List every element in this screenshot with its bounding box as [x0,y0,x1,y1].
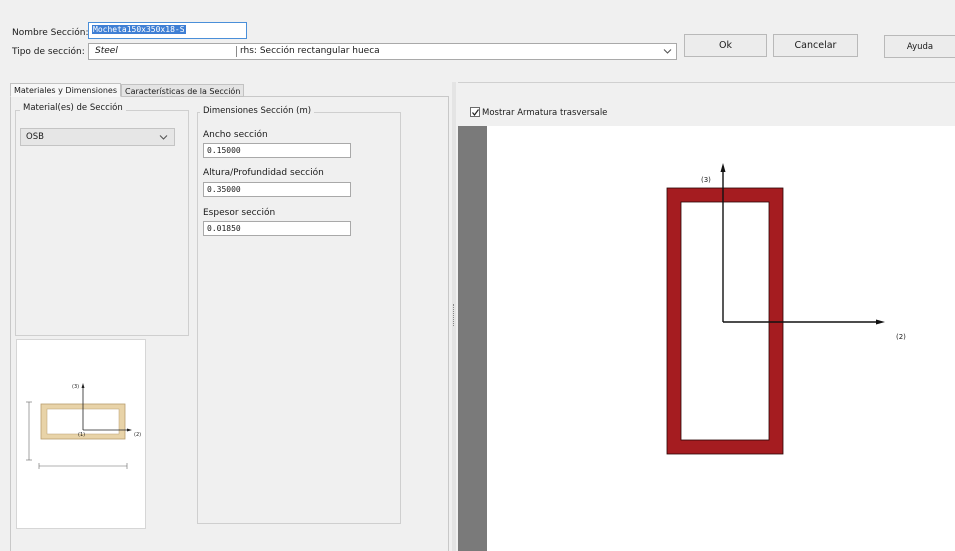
section-type-description: rhs: Sección rectangular hueca [240,46,380,56]
thumbnail-axis2-label: (2) [134,432,142,438]
splitter-grip [453,304,455,326]
width-label: Ancho sección [203,130,268,140]
axis-vertical-label: (3) [701,176,711,184]
thickness-label: Espesor sección [203,208,276,218]
thumbnail-axis1-label: (1) [78,432,86,438]
thumbnail-axis3-label: (3) [72,384,80,390]
axis-horizontal-label: (2) [896,333,906,341]
help-button[interactable]: Ayuda [884,35,955,58]
axis-arrowhead-right [876,319,885,325]
tab-section-characteristics[interactable]: Características de la Sección [121,84,245,97]
material-select-value: OSB [26,132,44,142]
chevron-down-icon [159,135,168,140]
section-name-field[interactable]: Mocheta150x350x18-S [88,22,247,39]
section-type-label: Tipo de sección: [12,47,85,57]
height-label: Altura/Profundidad sección [203,168,324,178]
thickness-input[interactable]: 0.01850 [203,221,351,236]
section-type-divider [236,46,237,57]
axis-arrowhead-up [720,163,726,172]
dimensions-group-title: Dimensiones Sección (m) [200,106,315,116]
section-preview-canvas: (3) (2) [487,126,955,551]
preview-toolbar [458,82,955,126]
thumbnail-axis-arrowhead-right [127,428,132,432]
section-thumbnail: (3) (1) (2) [16,339,146,529]
section-type-select[interactable]: Steel rhs: Sección rectangular hueca [88,43,677,60]
chevron-down-icon [663,49,672,54]
height-input[interactable]: 0.35000 [203,182,351,197]
panel-splitter[interactable] [452,82,456,551]
material-select[interactable]: OSB [20,128,175,146]
checkmark-icon [472,109,479,116]
ok-button[interactable]: Ok [684,34,767,57]
section-name-value: Mocheta150x350x18-S [92,25,186,34]
canvas-left-gutter [458,126,487,551]
section-name-label: Nombre Sección: [12,28,89,38]
width-input[interactable]: 0.15000 [203,143,351,158]
section-hollow-interior [680,201,770,441]
tab-materials-dimensions[interactable]: Materiales y Dimensiones [10,83,122,97]
cancel-button[interactable]: Cancelar [773,34,858,57]
section-type-value: Steel [95,46,118,56]
show-reinforcement-label: Mostrar Armatura trasversale [482,108,608,118]
thumbnail-axis-arrowhead-up [81,383,85,388]
show-reinforcement-checkbox[interactable] [470,107,480,117]
materials-group-title: Material(es) de Sección [20,103,126,113]
